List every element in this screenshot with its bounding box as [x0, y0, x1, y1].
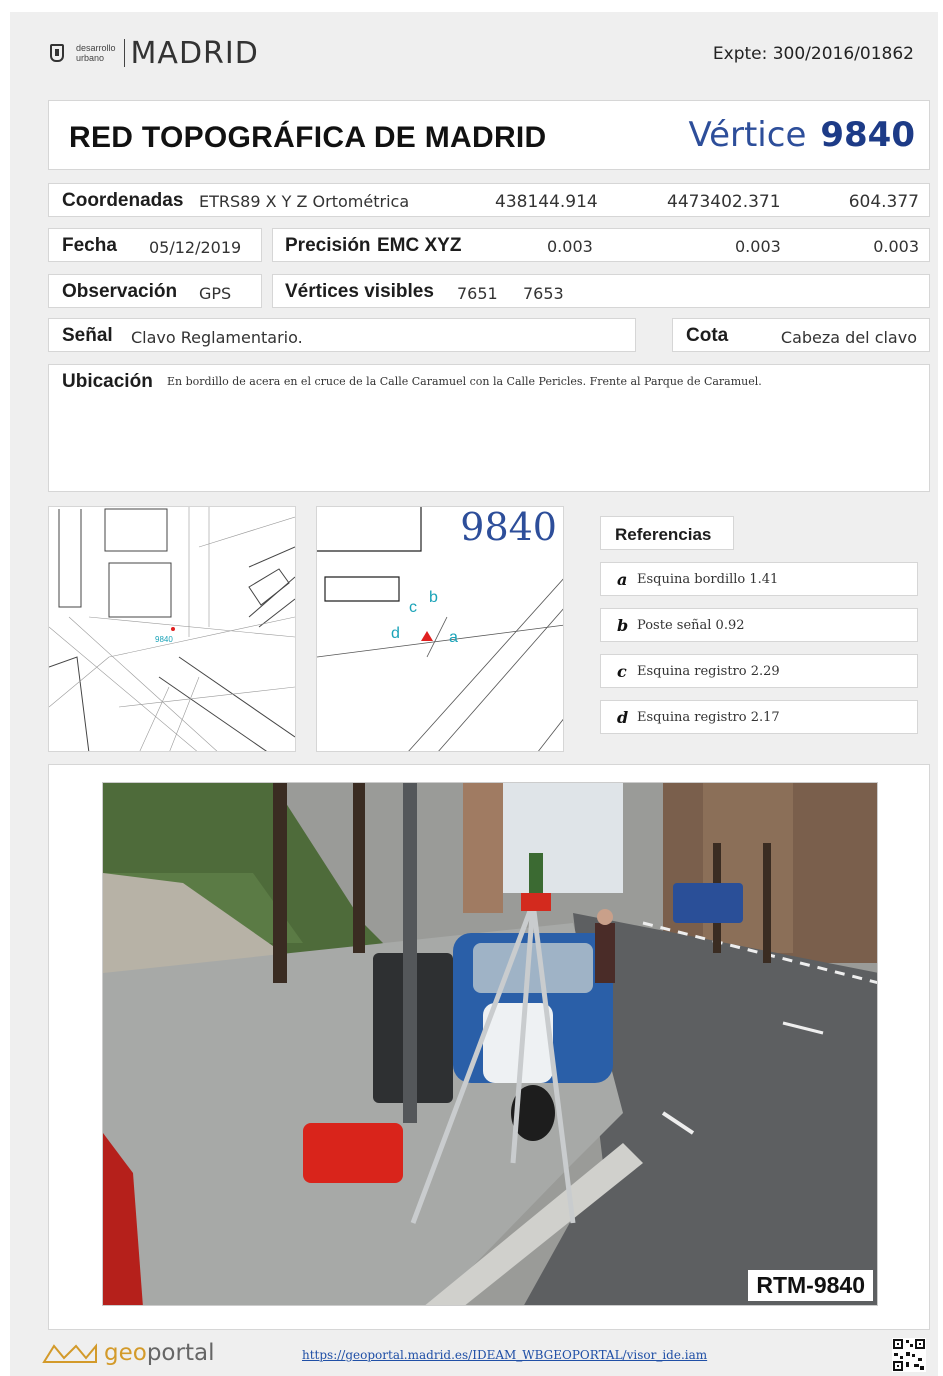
coordenadas-system: ETRS89 X Y Z Ortométrica	[199, 192, 410, 211]
referencia-item-b: b Poste señal 0.92	[600, 608, 918, 642]
ubicacion-box: Ubicación En bordillo de acera en el cru…	[48, 364, 930, 492]
coordenadas-z: 604.377	[848, 192, 919, 212]
expediente-number: Expte: 300/2016/01862	[712, 44, 914, 64]
geoportal-link[interactable]: https://geoportal.madrid.es/IDEAM_WBGEOP…	[302, 1348, 707, 1362]
precision-x: 0.003	[547, 237, 593, 256]
precision-label: Precisión	[285, 235, 371, 256]
croquis-vertex-number: 9840	[460, 506, 557, 549]
qr-code-icon	[892, 1338, 926, 1372]
referencia-letter: a	[617, 569, 628, 589]
referencia-item-a: a Esquina bordillo 1.41	[600, 562, 918, 596]
sheet: desarrollo urbano MADRID Expte: 300/2016…	[10, 12, 938, 1376]
site-photo: RTM-9840	[102, 782, 878, 1306]
page-title: RED TOPOGRÁFICA DE MADRID	[69, 121, 547, 154]
madrid-logo: desarrollo urbano MADRID	[50, 35, 259, 71]
vertices-visibles-box: Vértices visibles 7651 7653	[272, 274, 930, 308]
qr-code	[892, 1338, 926, 1372]
referencia-letter: b	[617, 615, 629, 635]
referencia-letter: d	[617, 707, 629, 727]
precision-box: Precisión EMC XYZ 0.003 0.003 0.003	[272, 228, 930, 262]
fecha-label: Fecha	[62, 235, 117, 256]
croquis-label-a: a	[449, 629, 458, 646]
observacion-label: Observación	[62, 281, 178, 302]
vertice-visible-1: 7651	[457, 284, 498, 303]
croquis-label-c: c	[409, 599, 417, 616]
cota-box: Cota Cabeza del clavo	[672, 318, 930, 352]
overview-map: 9840	[48, 506, 296, 752]
coordenadas-row: Coordenadas ETRS89 X Y Z Ortométrica 438…	[48, 183, 930, 217]
logo-name: MADRID	[130, 35, 259, 71]
referencia-item-c: c Esquina registro 2.29	[600, 654, 918, 688]
overview-map-drawing	[49, 507, 295, 751]
croquis-label-b: b	[429, 589, 438, 606]
geoportal-text-portal: portal	[146, 1340, 215, 1366]
coordenadas-label: Coordenadas	[62, 190, 184, 211]
coordenadas-x: 438144.914	[495, 192, 598, 212]
ubicacion-label: Ubicación	[62, 371, 153, 392]
vertice-visible-2: 7653	[523, 284, 564, 303]
geoportal-map-icon	[42, 1343, 97, 1363]
vertice-number: 9840	[820, 115, 915, 155]
vertice-heading: Vértice 9840	[688, 115, 915, 155]
coordenadas-y: 4473402.371	[667, 192, 781, 212]
precision-y: 0.003	[735, 237, 781, 256]
vertice-label: Vértice	[688, 115, 807, 155]
referencia-text: Esquina registro 2.29	[637, 663, 780, 679]
madrid-crest-icon	[50, 44, 64, 62]
overview-marker-label: 9840	[155, 635, 173, 644]
title-box: RED TOPOGRÁFICA DE MADRID Vértice 9840	[48, 100, 930, 170]
senal-label: Señal	[62, 325, 113, 346]
senal-value: Clavo Reglamentario.	[131, 328, 303, 347]
site-photo-illustration	[103, 783, 877, 1305]
referencia-text: Esquina registro 2.17	[637, 709, 780, 725]
croquis-map: 9840 a b c d	[316, 506, 564, 752]
geoportal-logo: geoportal	[42, 1340, 214, 1366]
referencia-letter: c	[617, 661, 627, 681]
logo-subtitle: desarrollo urbano	[76, 43, 116, 63]
referencia-text: Poste señal 0.92	[637, 617, 745, 633]
vertices-visibles-label: Vértices visibles	[285, 281, 434, 302]
referencias-title: Referencias	[615, 525, 712, 544]
croquis-label-d: d	[391, 625, 400, 642]
observacion-box: Observación GPS	[48, 274, 262, 308]
precision-z: 0.003	[873, 237, 919, 256]
senal-box: Señal Clavo Reglamentario.	[48, 318, 636, 352]
referencias-title-box: Referencias	[600, 516, 734, 550]
observacion-value: GPS	[199, 284, 232, 303]
cota-label: Cota	[686, 325, 729, 346]
logo-small-1: desarrollo	[76, 43, 116, 53]
cota-value: Cabeza del clavo	[780, 328, 917, 347]
ubicacion-value: En bordillo de acera en el cruce de la C…	[167, 375, 762, 388]
geoportal-text-geo: geo	[104, 1340, 147, 1366]
precision-type: EMC XYZ	[377, 235, 462, 256]
logo-small-2: urbano	[76, 53, 105, 63]
logo-divider	[123, 39, 125, 67]
photo-caption: RTM-9840	[748, 1270, 873, 1301]
fecha-box: Fecha 05/12/2019	[48, 228, 262, 262]
fecha-value: 05/12/2019	[149, 238, 242, 257]
referencia-text: Esquina bordillo 1.41	[637, 571, 779, 587]
referencia-item-d: d Esquina registro 2.17	[600, 700, 918, 734]
